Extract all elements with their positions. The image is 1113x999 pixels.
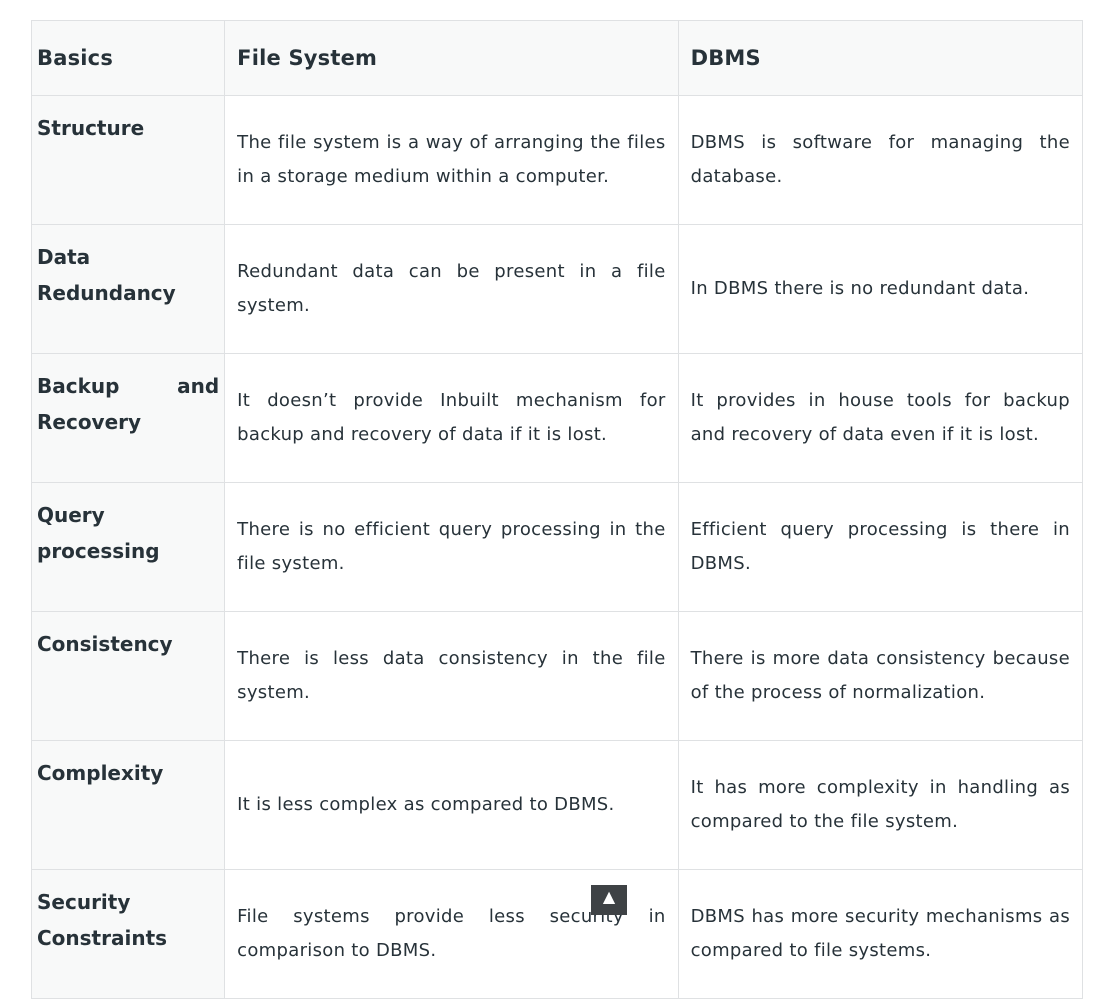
scroll-to-top-button[interactable]: ▲ — [591, 885, 627, 915]
file-system-cell: It is less complex as compared to DBMS. — [224, 740, 679, 870]
file-system-cell: There is less data consistency in the fi… — [224, 611, 679, 741]
file-system-cell: Redundant data can be present in a file … — [224, 224, 679, 354]
table-row: Query processing There is no efficient q… — [30, 482, 1084, 612]
row-label: Query processing — [30, 482, 226, 612]
row-label: Data Redundancy — [30, 224, 226, 354]
chevron-up-icon: ▲ — [602, 887, 616, 906]
header-dbms: DBMS — [677, 20, 1084, 96]
row-label: Complexity — [30, 740, 226, 870]
row-label: Backup and Recovery — [30, 353, 226, 483]
file-system-cell: There is no efficient query processing i… — [224, 482, 679, 612]
table-row: Security Constraints File systems provid… — [30, 869, 1084, 999]
table-row: Data Redundancy Redundant data can be pr… — [30, 224, 1084, 354]
dbms-cell: DBMS is software for managing the databa… — [677, 95, 1084, 225]
table-row: Consistency There is less data consisten… — [30, 611, 1084, 741]
header-file-system: File System — [224, 20, 679, 96]
dbms-cell: It provides in house tools for backup an… — [677, 353, 1084, 483]
row-label: Consistency — [30, 611, 226, 741]
table-row: Complexity It is less complex as compare… — [30, 740, 1084, 870]
row-label: Structure — [30, 95, 226, 225]
dbms-cell: It has more complexity in handling as co… — [677, 740, 1084, 870]
file-system-cell: It doesn’t provide Inbuilt mechanism for… — [224, 353, 679, 483]
file-system-cell: The file system is a way of arranging th… — [224, 95, 679, 225]
dbms-cell: Efficient query processing is there in D… — [677, 482, 1084, 612]
dbms-cell: There is more data consistency because o… — [677, 611, 1084, 741]
table-row: Structure The file system is a way of ar… — [30, 95, 1084, 225]
comparison-table: Basics File System DBMS Structure The fi… — [30, 20, 1084, 999]
row-label: Security Constraints — [30, 869, 226, 999]
table-row: Backup and Recovery It doesn’t provide I… — [30, 353, 1084, 483]
dbms-cell: In DBMS there is no redundant data. — [677, 224, 1084, 354]
table-header-row: Basics File System DBMS — [30, 20, 1084, 96]
header-basics: Basics — [30, 20, 226, 96]
dbms-cell: DBMS has more security mechanisms as com… — [677, 869, 1084, 999]
